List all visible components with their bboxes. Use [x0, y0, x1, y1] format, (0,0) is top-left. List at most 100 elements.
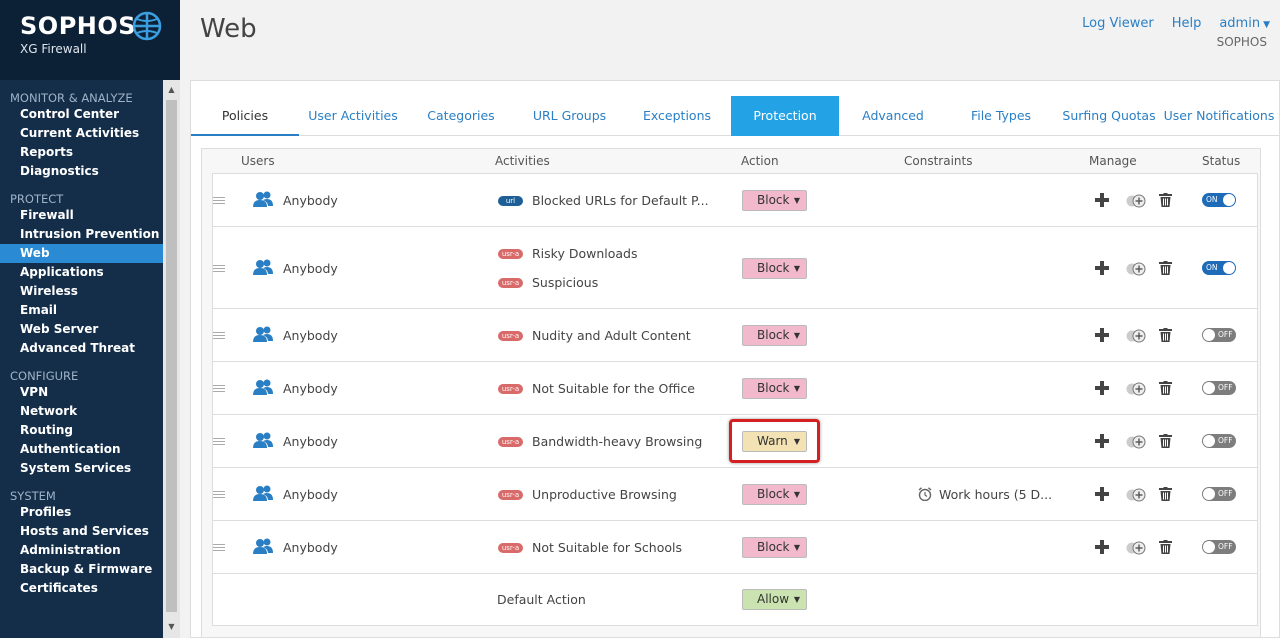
- delete-icon[interactable]: [1159, 328, 1172, 342]
- drag-handle-icon[interactable]: [213, 385, 225, 392]
- chevron-down-icon: ▼: [793, 595, 800, 604]
- clone-icon[interactable]: [1126, 435, 1146, 449]
- delete-icon[interactable]: [1159, 260, 1172, 275]
- sidebar-item-network[interactable]: Network: [0, 402, 163, 421]
- status-toggle[interactable]: OFF: [1202, 328, 1236, 342]
- action-dropdown[interactable]: Block ▼: [742, 537, 807, 558]
- drag-handle-icon[interactable]: [213, 438, 225, 445]
- status-toggle[interactable]: OFF: [1202, 540, 1236, 554]
- sidebar-scrollbar-thumb[interactable]: [166, 100, 177, 612]
- user-label: Anybody: [283, 540, 338, 555]
- clone-icon[interactable]: [1126, 194, 1146, 208]
- default-action-dropdown[interactable]: Allow ▼: [742, 589, 807, 610]
- sidebar-item-control-center[interactable]: Control Center: [0, 105, 163, 124]
- sidebar-item-routing[interactable]: Routing: [0, 421, 163, 440]
- clone-icon[interactable]: [1126, 329, 1146, 343]
- delete-icon[interactable]: [1159, 381, 1172, 395]
- action-dropdown[interactable]: Block ▼: [742, 484, 807, 505]
- sidebar-item-certificates[interactable]: Certificates: [0, 579, 163, 598]
- clone-icon[interactable]: [1126, 382, 1146, 396]
- sidebar-item-authentication[interactable]: Authentication: [0, 440, 163, 459]
- action-dropdown[interactable]: Block ▼: [742, 257, 807, 279]
- status-toggle[interactable]: OFF: [1202, 487, 1236, 501]
- drag-handle-icon[interactable]: [213, 544, 225, 551]
- users-icon: [253, 326, 273, 342]
- users-icon: [253, 538, 273, 554]
- tab-categories[interactable]: Categories: [407, 96, 515, 136]
- tab-file-types[interactable]: File Types: [947, 96, 1055, 136]
- status-toggle[interactable]: ON: [1202, 193, 1236, 207]
- clone-icon[interactable]: [1126, 488, 1146, 502]
- sidebar-item-web-server[interactable]: Web Server: [0, 320, 163, 339]
- add-icon[interactable]: [1095, 328, 1109, 342]
- company-name: SOPHOS: [1216, 35, 1267, 49]
- tab-policies[interactable]: Policies: [191, 96, 299, 136]
- action-dropdown[interactable]: Block ▼: [742, 190, 807, 211]
- sidebar-item-diagnostics[interactable]: Diagnostics: [0, 162, 163, 181]
- clone-icon[interactable]: [1126, 541, 1146, 555]
- globe-icon: [132, 11, 162, 41]
- status-toggle[interactable]: ON: [1202, 260, 1236, 275]
- tab-advanced[interactable]: Advanced: [839, 96, 947, 136]
- drag-handle-icon[interactable]: [213, 264, 225, 272]
- table-row: Anybody usr-a Not Suitable for the Office B…: [212, 361, 1258, 415]
- sidebar-item-applications[interactable]: Applications: [0, 263, 163, 282]
- sidebar-item-vpn[interactable]: VPN: [0, 383, 163, 402]
- activity-label: Blocked URLs for Default P...: [532, 193, 709, 208]
- drag-handle-icon[interactable]: [213, 491, 225, 498]
- clone-icon[interactable]: [1126, 262, 1146, 276]
- sidebar-item-email[interactable]: Email: [0, 301, 163, 320]
- page-title: Web: [200, 14, 257, 44]
- action-value: Block: [757, 540, 790, 554]
- policy-table: Users Activities Action Constraints Manage St…: [201, 148, 1261, 638]
- status-toggle[interactable]: OFF: [1202, 381, 1236, 395]
- sidebar-item-backup-firmware[interactable]: Backup & Firmware: [0, 560, 163, 579]
- tab-url-groups[interactable]: URL Groups: [516, 96, 623, 136]
- tab-surfing-quotas[interactable]: Surfing Quotas: [1055, 96, 1163, 136]
- tab-user-activities[interactable]: User Activities: [299, 96, 407, 136]
- sidebar-item-current-activities[interactable]: Current Activities: [0, 124, 163, 143]
- sidebar-item-reports[interactable]: Reports: [0, 143, 163, 162]
- add-icon[interactable]: [1095, 540, 1109, 554]
- column-header-manage: Manage: [1089, 154, 1137, 168]
- scroll-up-arrow-icon[interactable]: ▲: [166, 85, 177, 95]
- add-icon[interactable]: [1095, 381, 1109, 395]
- sidebar-item-web[interactable]: Web: [0, 244, 163, 263]
- log-viewer-link[interactable]: Log Viewer: [1082, 16, 1154, 31]
- admin-menu[interactable]: admin ▼: [1219, 16, 1270, 31]
- default-action-row: Default Action Allow ▼: [212, 573, 1258, 626]
- sidebar-item-intrusion-prevention[interactable]: Intrusion Prevention: [0, 225, 163, 244]
- delete-icon[interactable]: [1159, 434, 1172, 448]
- drag-handle-icon[interactable]: [213, 332, 225, 339]
- status-value: OFF: [1218, 489, 1233, 498]
- add-icon[interactable]: [1095, 434, 1109, 448]
- sidebar-item-firewall[interactable]: Firewall: [0, 206, 163, 225]
- add-icon[interactable]: [1095, 193, 1109, 207]
- sidebar-item-profiles[interactable]: Profiles: [0, 503, 163, 522]
- help-link[interactable]: Help: [1172, 16, 1202, 31]
- action-dropdown[interactable]: Block ▼: [742, 378, 807, 399]
- activity-label: Nudity and Adult Content: [532, 328, 691, 343]
- sidebar-item-system-services[interactable]: System Services: [0, 459, 163, 478]
- sidebar-item-hosts-and-services[interactable]: Hosts and Services: [0, 522, 163, 541]
- status-toggle[interactable]: OFF: [1202, 434, 1236, 448]
- nav-section-title: SYSTEM: [10, 489, 56, 503]
- sidebar-item-advanced-threat[interactable]: Advanced Threat: [0, 339, 163, 358]
- drag-handle-icon[interactable]: [213, 197, 225, 204]
- delete-icon[interactable]: [1159, 193, 1172, 207]
- action-dropdown[interactable]: Block ▼: [742, 325, 807, 346]
- tab-user-notifications[interactable]: User Notifications: [1163, 96, 1275, 136]
- table-row: Anybody usr-a Not Suitable for Schools Bloc…: [212, 520, 1258, 574]
- activity-label: Bandwidth-heavy Browsing: [532, 434, 703, 449]
- tab-protection[interactable]: Protection: [731, 96, 839, 136]
- add-icon[interactable]: [1095, 260, 1109, 275]
- sidebar-item-wireless[interactable]: Wireless: [0, 282, 163, 301]
- delete-icon[interactable]: [1159, 487, 1172, 501]
- add-icon[interactable]: [1095, 487, 1109, 501]
- tab-exceptions[interactable]: Exceptions: [623, 96, 731, 136]
- scroll-down-arrow-icon[interactable]: ▼: [166, 622, 177, 632]
- tab-bar: Policies User Activities Categories URL Gro…: [191, 96, 1280, 136]
- delete-icon[interactable]: [1159, 540, 1172, 554]
- main-panel: Policies User Activities Categories URL Gro…: [190, 80, 1280, 638]
- sidebar-item-administration[interactable]: Administration: [0, 541, 163, 560]
